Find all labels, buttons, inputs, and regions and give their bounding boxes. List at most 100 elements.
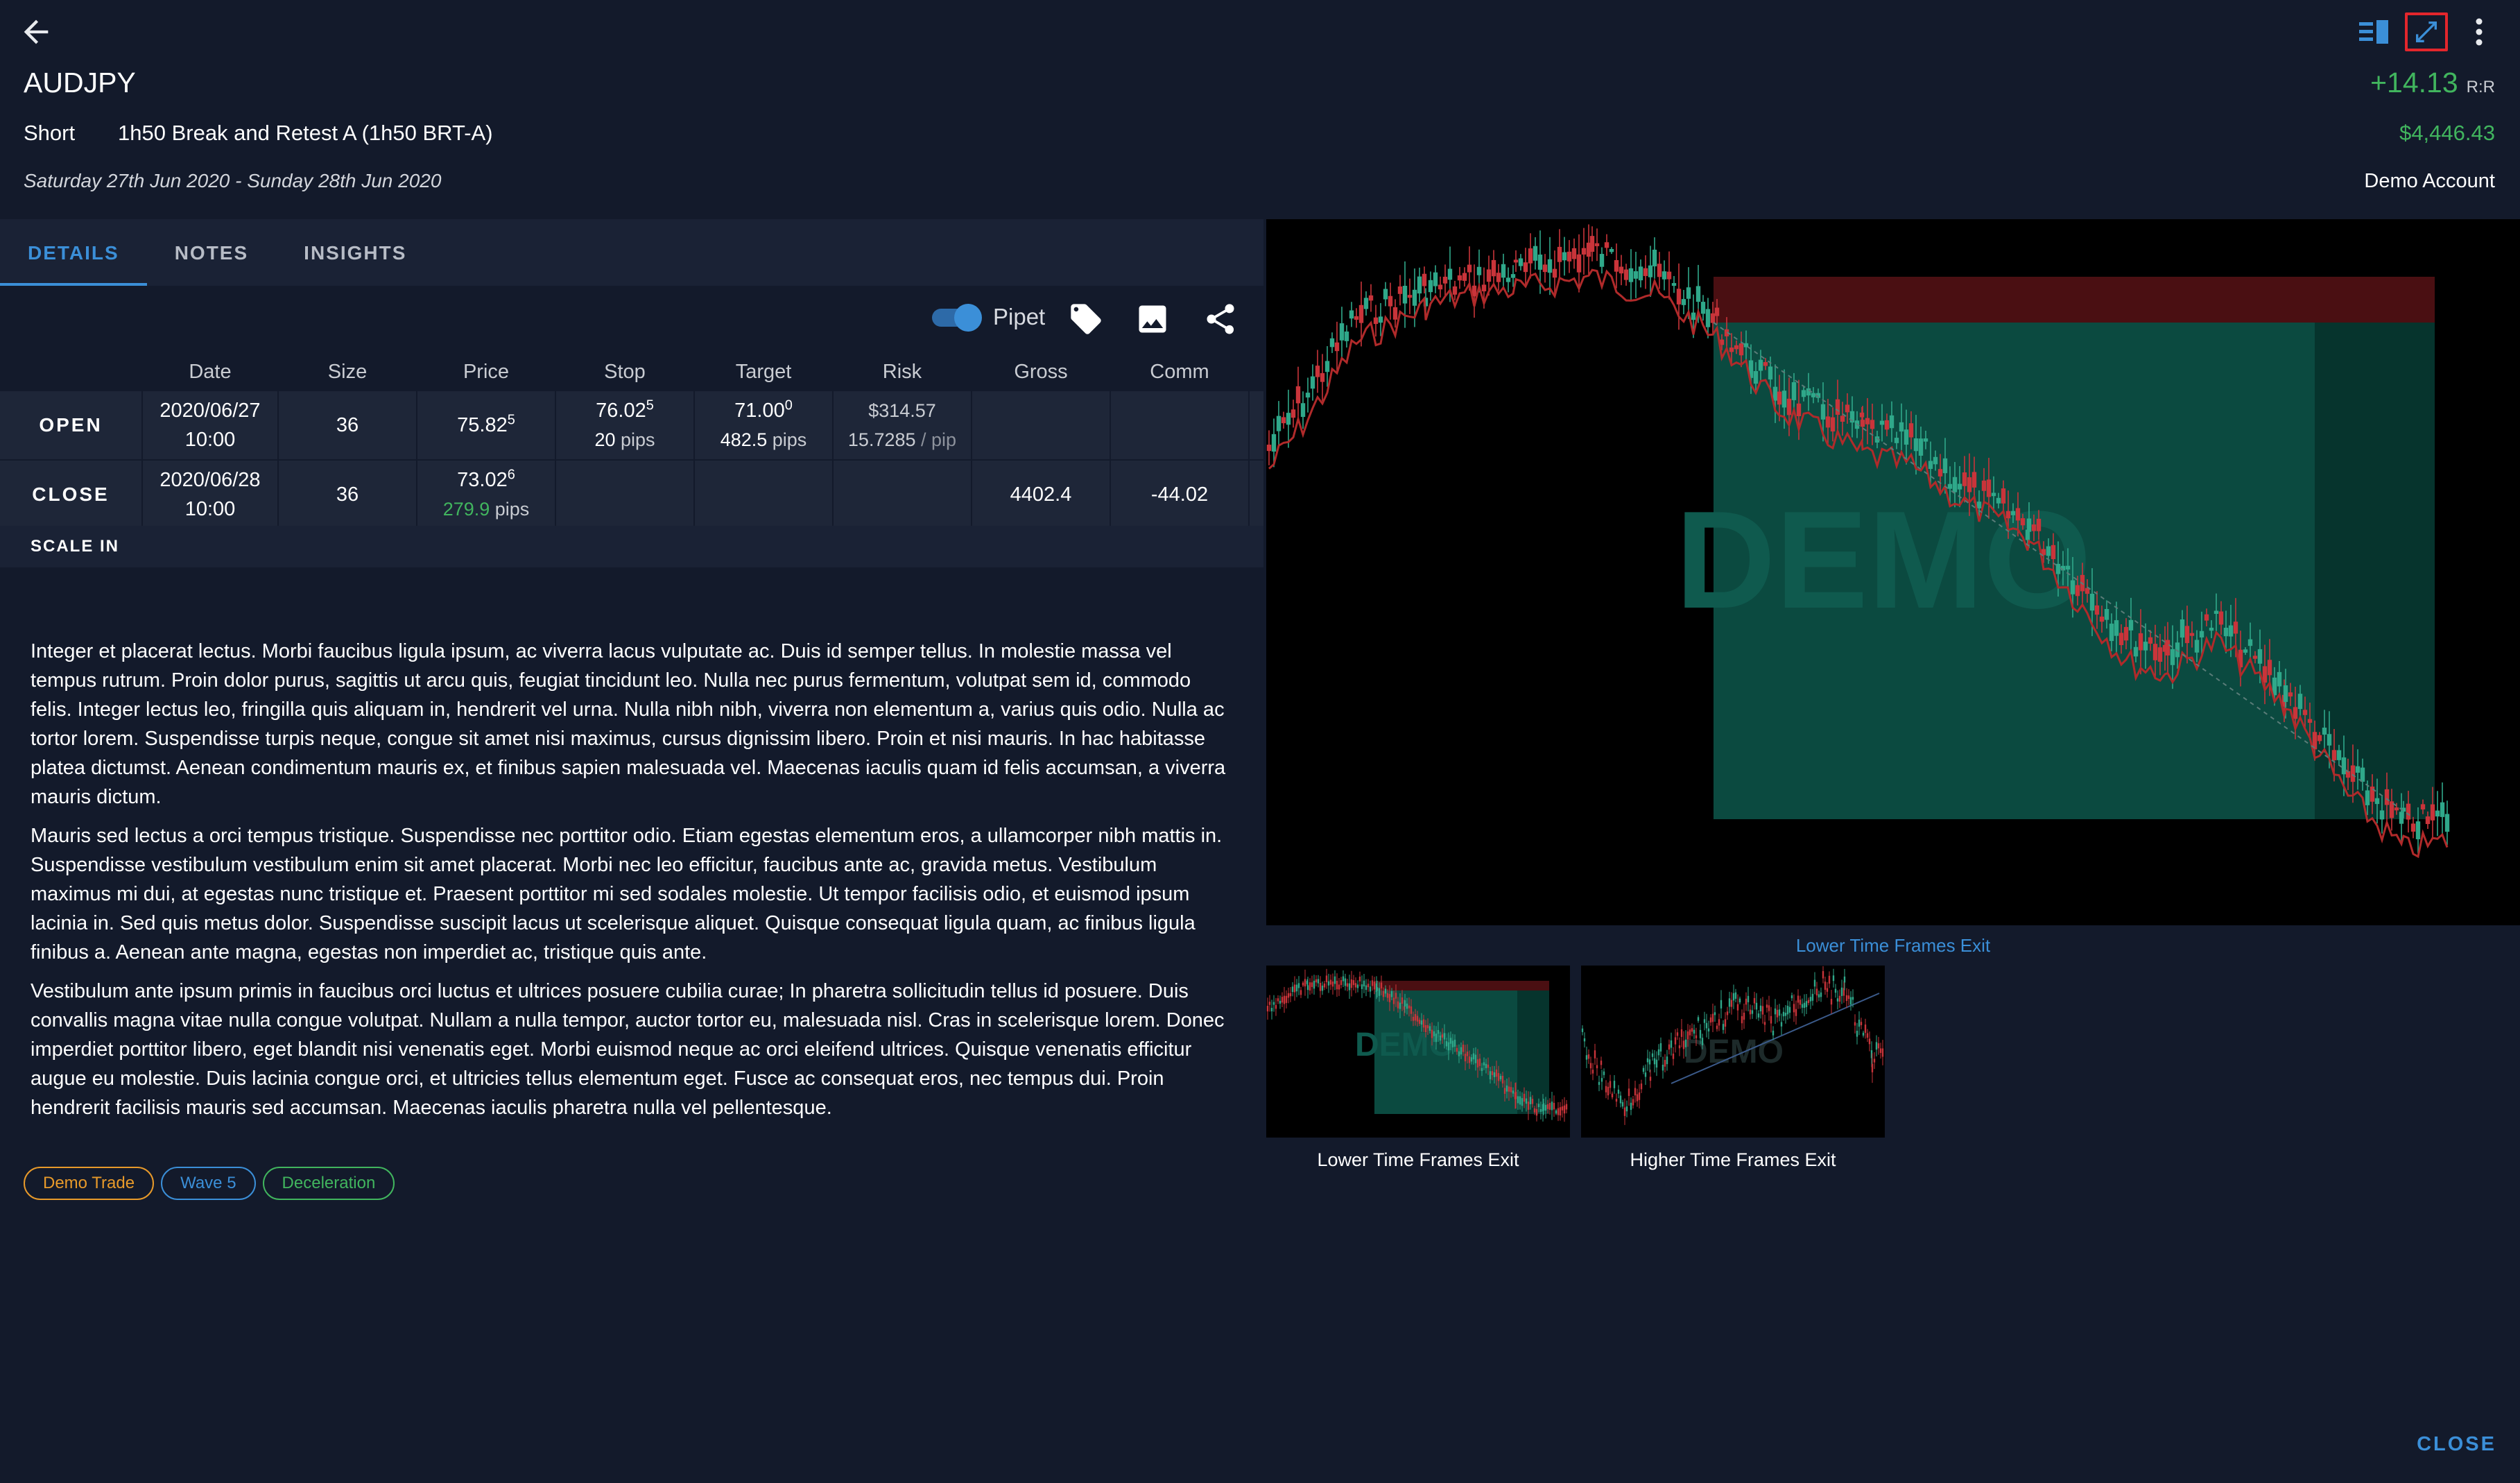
open-gross: [972, 391, 1111, 459]
expand-button[interactable]: [2405, 12, 2448, 51]
row-label-close: CLOSE: [0, 461, 143, 529]
open-date-cell: 2020/06/27 10:00: [143, 391, 279, 459]
trade-table: Date Size Price Stop Target Risk Gross C…: [0, 352, 1263, 530]
thumbnail-watermark: DEMO: [1684, 1034, 1784, 1070]
thumbnail-lower-tf[interactable]: DEMO: [1266, 966, 1570, 1138]
header-gross: Gross: [972, 352, 1111, 391]
table-header-row: Date Size Price Stop Target Risk Gross C…: [0, 352, 1263, 391]
tag-deceleration[interactable]: Deceleration: [262, 1167, 395, 1200]
header-cell: [0, 352, 143, 391]
page-title: AUDJPY: [24, 67, 136, 98]
thumbnail-lower-label: Lower Time Frames Exit: [1317, 1149, 1519, 1170]
pipet-label: Pipet: [993, 304, 1046, 329]
thumbnail-higher-label: Higher Time Frames Exit: [1630, 1149, 1836, 1170]
open-size: 36: [279, 391, 417, 459]
pipet-toggle[interactable]: [929, 302, 983, 333]
open-stop: 76.02: [596, 400, 646, 422]
table-row-open[interactable]: OPEN 2020/06/27 10:00 36 75.825 76.025 2…: [0, 391, 1263, 461]
pips-unit: pips: [494, 499, 530, 520]
open-risk-cell: $314.57 15.7285 / pip: [834, 391, 972, 459]
open-target: 71.00: [734, 400, 785, 422]
close-price-pipette: 6: [507, 467, 515, 483]
open-stop-cell: 76.025 20 pips: [556, 391, 695, 459]
close-risk: [834, 461, 972, 529]
list-view-icon: [2359, 20, 2388, 44]
notes-paragraph: Mauris sed lectus a orci tempus tristiqu…: [31, 825, 1223, 963]
header-risk: Risk: [834, 352, 972, 391]
close-time: 10:00: [184, 498, 236, 520]
notes-paragraph: Vestibulum ante ipsum primis in faucibus…: [31, 980, 1225, 1119]
more-vertical-icon: [2476, 18, 2483, 46]
rr-value: +14.13: [2370, 67, 2458, 98]
close-gross: 4402.4: [972, 461, 1111, 529]
close-date-cell: 2020/06/28 10:00: [143, 461, 279, 529]
close-size: 36: [279, 461, 417, 529]
share-icon: [1207, 304, 1234, 334]
back-arrow-icon: [24, 19, 49, 44]
target-zone-remainder: [2315, 323, 2435, 819]
pips-unit: pips: [621, 429, 655, 450]
per-pip-unit: / pip: [921, 429, 957, 450]
close-stop: [556, 461, 695, 529]
profit-loss: $4,446.43: [2399, 121, 2495, 145]
header-price: Price: [417, 352, 556, 391]
main-chart-image[interactable]: DEMO: [1266, 219, 2520, 925]
more-options-button[interactable]: [2458, 12, 2501, 51]
share-button[interactable]: [1202, 301, 1241, 337]
table-row-close[interactable]: CLOSE 2020/06/28 10:00 36 73.026 279.9 p…: [0, 461, 1263, 530]
open-price-cell: 75.825: [417, 391, 556, 459]
scale-in-row[interactable]: SCALE IN: [0, 526, 1263, 567]
row-label-open: OPEN: [0, 391, 143, 459]
thumbnail-watermark: DEMO: [1355, 1027, 1455, 1063]
close-price-pips: 279.9: [442, 499, 490, 520]
thumbnail-lower-svg: DEMO: [1266, 968, 1568, 1122]
open-risk-per-pip: 15.7285: [847, 429, 916, 450]
account-name: Demo Account: [2364, 170, 2495, 192]
thumbnail-higher-svg: DEMO: [1581, 966, 1884, 1125]
open-price: 75.82: [457, 414, 508, 436]
close-price-cell: 73.026 279.9 pips: [417, 461, 556, 529]
close-target: [695, 461, 834, 529]
tag-demo-trade[interactable]: Demo Trade: [24, 1167, 155, 1200]
open-target-cell: 71.000 482.5 pips: [695, 391, 834, 459]
price-chart-svg: DEMO: [1266, 224, 2450, 859]
strategy-name: 1h50 Break and Retest A (1h50 BRT-A): [118, 121, 493, 145]
image-button[interactable]: [1134, 301, 1173, 337]
header-size: Size: [279, 352, 417, 391]
trade-direction: Short: [24, 121, 76, 145]
header-actions: [2352, 12, 2501, 51]
tag-wave-5[interactable]: Wave 5: [161, 1167, 256, 1200]
tab-bar: DETAILS NOTES INSIGHTS: [0, 219, 1263, 286]
stop-zone: [1714, 277, 2435, 323]
tab-insights[interactable]: INSIGHTS: [276, 219, 434, 286]
tag-list: Demo Trade Wave 5 Deceleration: [24, 1167, 395, 1200]
tab-notes[interactable]: NOTES: [147, 219, 276, 286]
header-date: Date: [143, 352, 279, 391]
header-target: Target: [695, 352, 834, 391]
image-icon: [1139, 305, 1166, 333]
close-button[interactable]: CLOSE: [2417, 1433, 2496, 1456]
header-comm: Comm: [1111, 352, 1250, 391]
notes-paragraph: Integer et placerat lectus. Morbi faucib…: [31, 640, 1226, 808]
back-button[interactable]: [15, 14, 57, 50]
open-time: 10:00: [184, 429, 236, 451]
tab-details[interactable]: DETAILS: [0, 219, 147, 286]
close-date: 2020/06/28: [159, 469, 261, 491]
list-view-button[interactable]: [2352, 12, 2395, 51]
open-risk: $314.57: [868, 400, 936, 421]
open-comm: [1111, 391, 1250, 459]
open-stop-pipette: 5: [646, 397, 654, 413]
open-price-pipette: 5: [507, 412, 515, 428]
trade-notes: Integer et placerat lectus. Morbi faucib…: [31, 637, 1230, 1132]
chart-caption: Lower Time Frames Exit: [1795, 935, 1991, 956]
open-date: 2020/06/27: [159, 400, 261, 422]
open-stop-pips: 20: [594, 429, 616, 450]
date-range: Saturday 27th Jun 2020 - Sunday 28th Jun…: [24, 170, 442, 191]
header-stop: Stop: [556, 352, 695, 391]
tag-icon: [1071, 304, 1101, 334]
risk-reward: +14.13 R:R: [2370, 67, 2495, 99]
tag-button[interactable]: [1068, 301, 1107, 337]
thumbnail-higher-tf[interactable]: DEMO: [1581, 966, 1885, 1138]
close-price: 73.02: [457, 469, 508, 491]
rr-label: R:R: [2466, 78, 2495, 96]
